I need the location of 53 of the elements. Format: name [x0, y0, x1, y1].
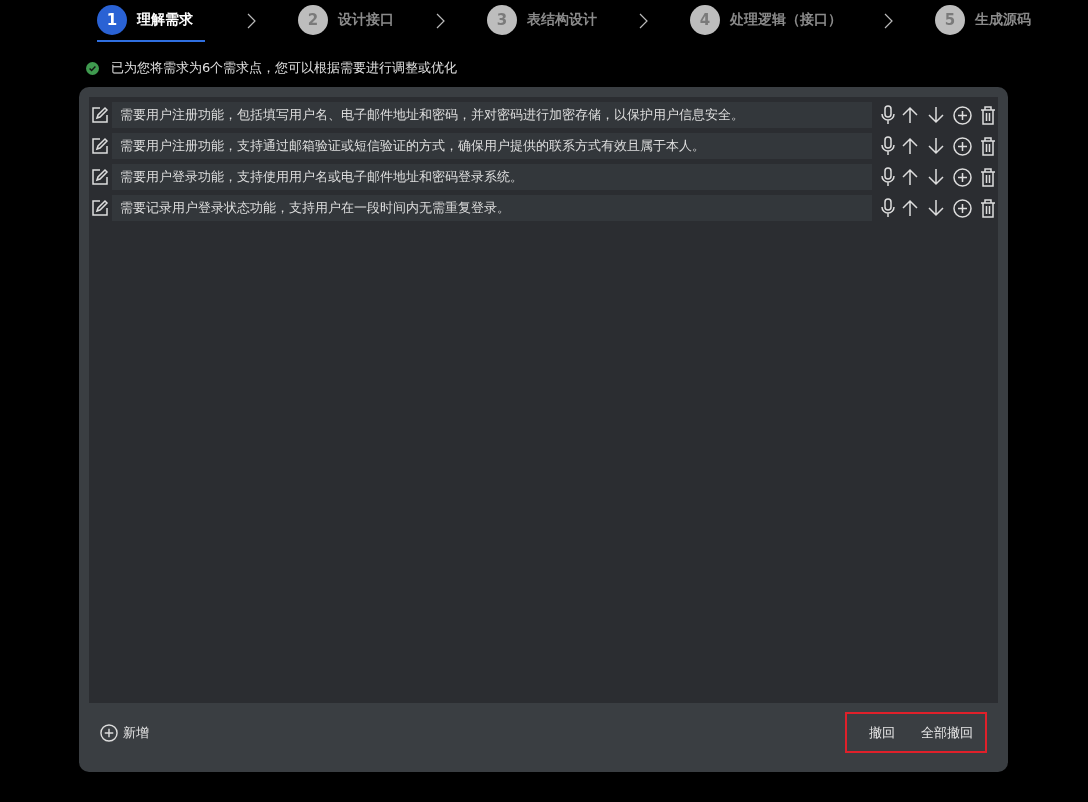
requirement-field[interactable]: 需要用户注册功能，支持通过邮箱验证或短信验证的方式，确保用户提供的联系方式有效且属于本人。	[112, 133, 872, 159]
status-message: 已为您将需求为6个需求点，您可以根据需要进行调整或优化	[111, 59, 458, 77]
arrow-up-icon[interactable]	[900, 198, 920, 218]
requirement-field[interactable]: 需要用户登录功能，支持使用用户名或电子邮件地址和密码登录系统。	[112, 164, 872, 190]
requirement-field[interactable]: 需要记录用户登录状态功能，支持用户在一段时间内无需重复登录。	[112, 195, 872, 221]
step-label: 表结构设计	[527, 11, 597, 29]
step-label: 设计接口	[338, 11, 394, 29]
arrow-down-icon[interactable]	[926, 198, 946, 218]
arrow-up-icon[interactable]	[900, 105, 920, 125]
add-button[interactable]: 新增	[100, 723, 149, 742]
add-circle-icon	[100, 723, 118, 742]
add-circle-icon[interactable]	[952, 167, 972, 187]
add-circle-icon[interactable]	[952, 198, 972, 218]
chevron-right-icon	[247, 13, 256, 29]
step-label: 处理逻辑（接口）	[730, 11, 842, 29]
step-tab[interactable]: 3 表结构设计	[487, 0, 597, 42]
microphone-icon[interactable]	[878, 105, 898, 125]
undo-all-button[interactable]: 全部撤回	[921, 723, 973, 742]
step-number: 2	[298, 5, 328, 35]
step-number: 4	[690, 5, 720, 35]
check-circle-icon	[86, 61, 99, 75]
arrow-down-icon[interactable]	[926, 105, 946, 125]
trash-icon[interactable]	[978, 105, 998, 125]
chevron-right-icon	[639, 13, 648, 29]
microphone-icon[interactable]	[878, 198, 898, 218]
edit-icon[interactable]	[90, 198, 110, 218]
edit-icon[interactable]	[90, 167, 110, 187]
add-circle-icon[interactable]	[952, 136, 972, 156]
trash-icon[interactable]	[978, 167, 998, 187]
arrow-up-icon[interactable]	[900, 136, 920, 156]
step-label: 生成源码	[975, 11, 1031, 29]
chevron-right-icon	[436, 13, 445, 29]
trash-icon[interactable]	[978, 198, 998, 218]
microphone-icon[interactable]	[878, 167, 898, 187]
step-number: 5	[935, 5, 965, 35]
arrow-down-icon[interactable]	[926, 167, 946, 187]
edit-icon[interactable]	[90, 136, 110, 156]
chevron-right-icon	[884, 13, 893, 29]
arrow-down-icon[interactable]	[926, 136, 946, 156]
step-tab[interactable]: 4 处理逻辑（接口）	[690, 0, 842, 42]
step-tab[interactable]: 2 设计接口	[298, 0, 394, 42]
step-label: 理解需求	[137, 11, 193, 29]
step-tab[interactable]: 5 生成源码	[935, 0, 1031, 42]
add-circle-icon[interactable]	[952, 105, 972, 125]
edit-icon[interactable]	[90, 105, 110, 125]
microphone-icon[interactable]	[878, 136, 898, 156]
undo-button[interactable]: 撤回	[869, 723, 895, 742]
step-number: 3	[487, 5, 517, 35]
trash-icon[interactable]	[978, 136, 998, 156]
arrow-up-icon[interactable]	[900, 167, 920, 187]
requirement-field[interactable]: 需要用户注册功能，包括填写用户名、电子邮件地址和密码，并对密码进行加密存储，以保护用户信息安全。	[112, 102, 872, 128]
step-number: 1	[97, 5, 127, 35]
step-tab[interactable]: 1 理解需求	[97, 0, 205, 42]
